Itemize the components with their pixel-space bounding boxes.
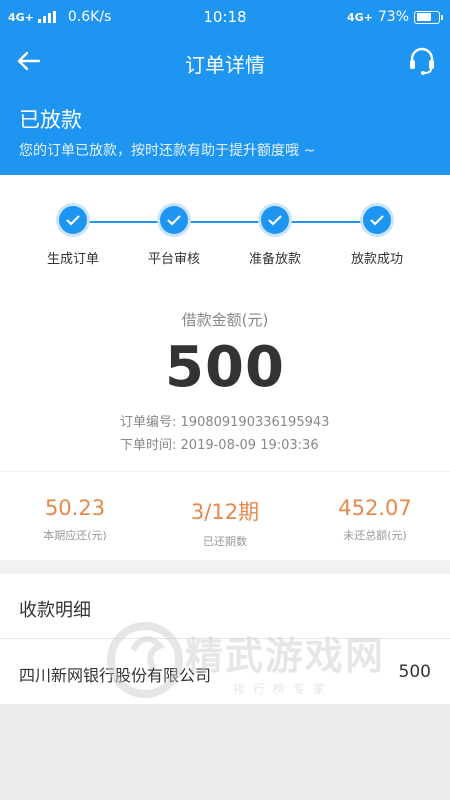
repayment-summary: 50.23 本期应还(元) 3/12期 已还期数 452.07 未还总额(元) [0, 472, 450, 560]
step-label: 准备放款 [248, 252, 301, 267]
customer-service-button[interactable] [406, 44, 438, 78]
step-platform-review: 平台审核 [124, 206, 224, 267]
check-icon [261, 206, 289, 234]
payee-name: 四川新网银行股份有限公司 [19, 666, 212, 685]
order-time-label: 下单时间: [120, 438, 177, 453]
step-generate-order: 生成订单 [23, 206, 123, 267]
order-status-title: 已放款 [19, 108, 82, 132]
section-title: 收款明细 [19, 600, 91, 621]
order-number-label: 订单编号: [120, 415, 177, 430]
order-time-row: 下单时间: 2019-08-09 19:03:36 [120, 434, 319, 453]
bottom-spacer [0, 704, 450, 800]
check-icon [160, 206, 188, 234]
check-icon [363, 206, 391, 234]
battery-percent: 73% [377, 9, 409, 25]
outstanding-total-label: 未还总额(元) [343, 529, 407, 542]
current-due: 50.23 本期应还(元) [0, 496, 150, 543]
outstanding-total-value: 452.07 [338, 496, 412, 520]
step-label: 放款成功 [350, 252, 403, 267]
step-label: 生成订单 [46, 252, 99, 267]
order-detail-card: 生成订单 平台审核 准备放款 放款成功 借款金额(元) 500 订单编号: 19… [0, 175, 450, 471]
status-bar: 4G+ 0.6K/s 10:18 4G+ 73% [0, 0, 450, 34]
network-type-right: 4G+ [346, 10, 373, 24]
step-loan-success: 放款成功 [327, 206, 427, 267]
paid-periods-label: 已还期数 [203, 535, 247, 548]
loan-amount-label: 借款金额(元) [181, 311, 269, 329]
order-number: 190809190336195943 [180, 415, 330, 430]
loan-amount: 500 [165, 335, 285, 400]
outstanding-total: 452.07 未还总额(元) [300, 496, 450, 543]
headset-icon [410, 47, 434, 75]
check-icon [59, 206, 87, 234]
paid-periods: 3/12期 已还期数 [150, 496, 300, 549]
order-status-description: 您的订单已放款，按时还款有助于提升额度哦 ~ [19, 143, 316, 159]
current-due-value: 50.23 [44, 496, 106, 520]
header-area: 4G+ 0.6K/s 10:18 4G+ 73% 订单详情 已放款 您的订单已放… [0, 0, 450, 175]
battery-icon [414, 10, 443, 24]
navigation-bar: 订单详情 [0, 38, 450, 84]
paid-periods-value: 3/12期 [190, 500, 260, 524]
step-prepare-loan: 准备放款 [225, 206, 325, 267]
order-number-row: 订单编号: 190809190336195943 [120, 411, 329, 430]
current-due-label: 本期应还(元) [43, 529, 107, 542]
divider [0, 638, 450, 639]
page-title: 订单详情 [185, 53, 265, 77]
step-label: 平台审核 [147, 252, 200, 267]
order-time: 2019-08-09 19:03:36 [180, 438, 319, 453]
receipt-details: 收款明细 四川新网银行股份有限公司 500 [0, 574, 450, 704]
payee-amount: 500 [398, 662, 431, 682]
